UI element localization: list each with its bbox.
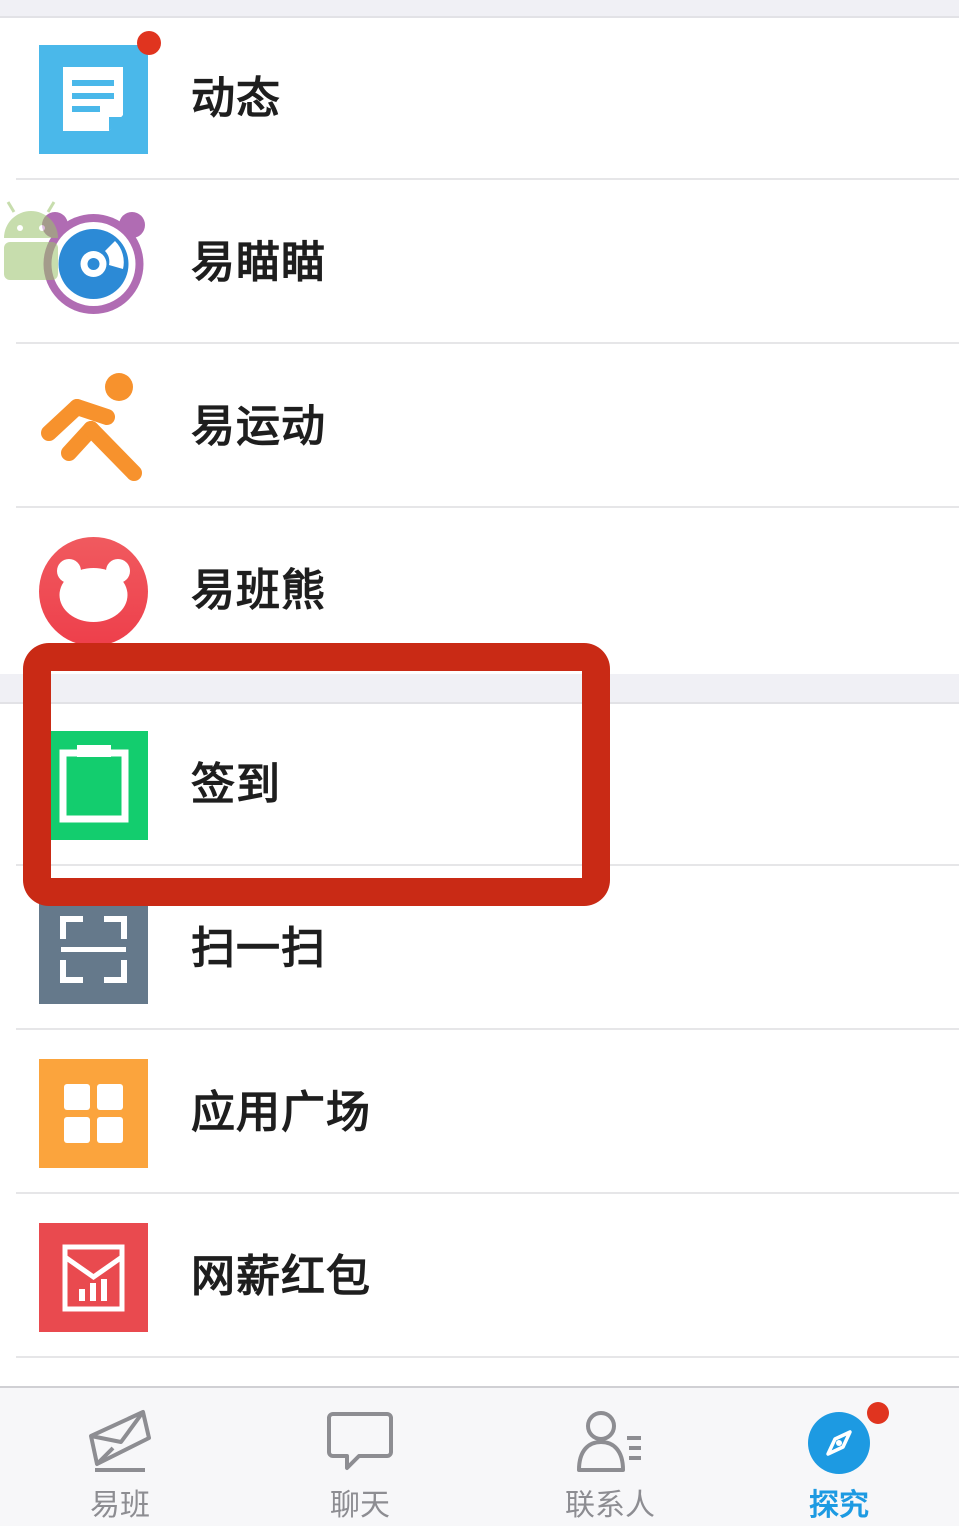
bear-icon: [39, 537, 148, 646]
checkin-pencil-icon: [39, 731, 148, 840]
notification-badge: [867, 1402, 889, 1424]
bottom-tab-bar: 易班 聊天 联系人 探究: [0, 1386, 959, 1526]
tab-lianxiren[interactable]: 联系人: [490, 1388, 730, 1526]
compass-icon: [808, 1412, 870, 1474]
row-divider: [16, 864, 959, 866]
row-divider: [16, 506, 959, 508]
menu-item-label: 易瞄瞄: [191, 237, 326, 288]
menu-item-label: 网薪红包: [191, 1251, 371, 1302]
tab-label: 探究: [809, 1488, 869, 1523]
menu-item-label: 扫一扫: [191, 923, 326, 974]
menu-item-label: 动态: [191, 73, 281, 124]
menu-item-qiandao[interactable]: 签到: [0, 704, 959, 866]
menu-item-label: 应用广场: [191, 1087, 371, 1138]
tab-label: 聊天: [330, 1488, 390, 1523]
row-divider: [16, 178, 959, 180]
menu-item-wangxinhongbao[interactable]: 网薪红包: [0, 1196, 959, 1358]
menu-item-yibanxiong[interactable]: 易班熊: [0, 510, 959, 672]
contacts-person-icon: [577, 1411, 641, 1472]
app-grid-icon: [39, 1059, 148, 1168]
chat-bubble-icon: [327, 1412, 393, 1470]
tab-yiban[interactable]: 易班: [0, 1388, 240, 1526]
menu-item-label: 易运动: [191, 401, 326, 452]
menu-item-saoyisao[interactable]: 扫一扫: [0, 868, 959, 1030]
running-figure-icon: [41, 373, 142, 481]
tab-label: 联系人: [565, 1488, 655, 1523]
row-divider: [16, 1356, 959, 1358]
scan-frame-icon: [39, 895, 148, 1004]
menu-item-dongtai[interactable]: 动态: [0, 18, 959, 180]
row-divider: [16, 342, 959, 344]
row-divider: [16, 1028, 959, 1030]
group-gap: [0, 674, 959, 704]
menu-item-yimiaomiao[interactable]: 易瞄瞄: [0, 182, 959, 344]
menu-item-label: 易班熊: [191, 565, 326, 616]
red-envelope-chart-icon: [39, 1223, 148, 1332]
menu-item-yiyundong[interactable]: 易运动: [0, 346, 959, 508]
feed-doc-icon: [39, 45, 148, 154]
row-divider: [16, 1192, 959, 1194]
menu-item-yingyongguangchang[interactable]: 应用广场: [0, 1032, 959, 1194]
tab-label: 易班: [90, 1488, 150, 1523]
android-overlay-icon: [4, 201, 58, 280]
tab-liaotian[interactable]: 聊天: [240, 1388, 480, 1526]
top-divider-band: [0, 0, 959, 18]
yiban-envelope-icon: [89, 1410, 151, 1472]
tab-tanjiu[interactable]: 探究: [719, 1388, 959, 1526]
menu-item-label: 签到: [191, 759, 281, 810]
notification-badge: [137, 31, 161, 55]
